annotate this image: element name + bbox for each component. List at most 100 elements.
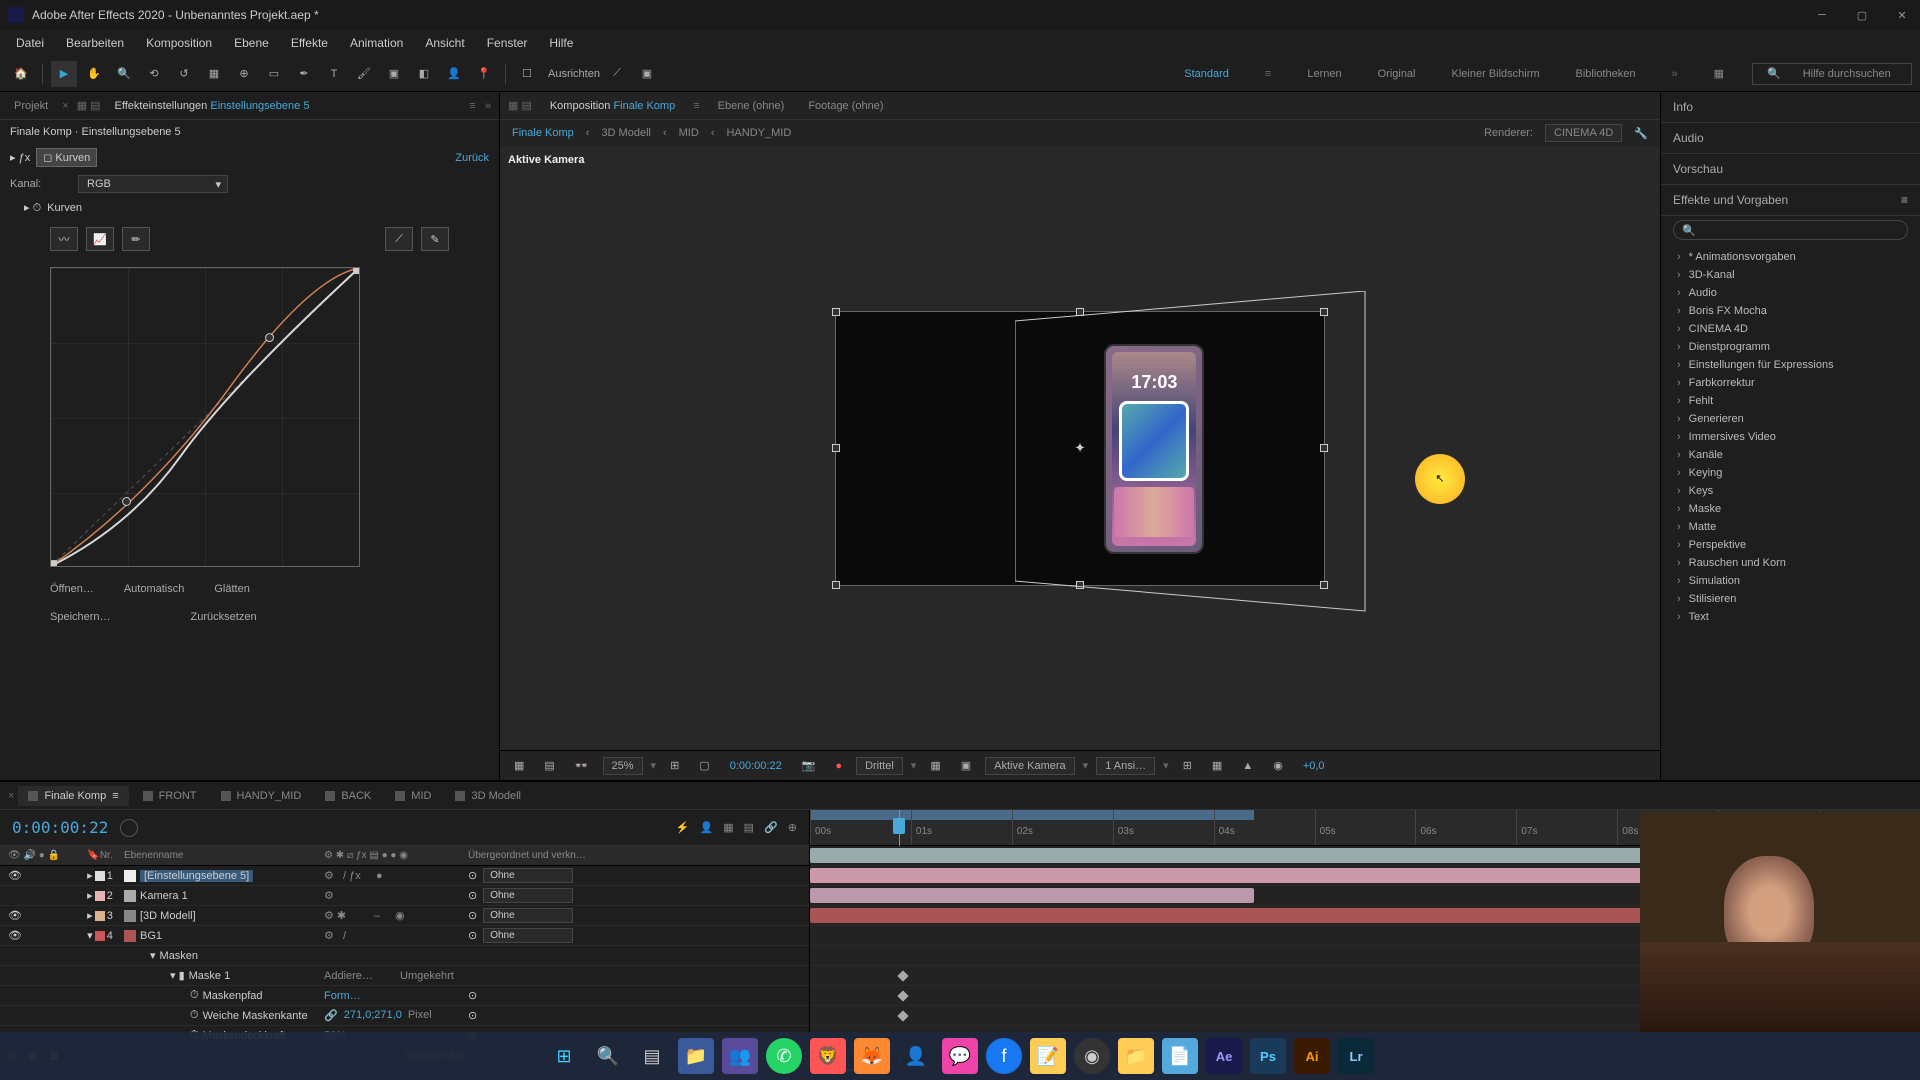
effect-controls-tab[interactable]: Effekteinstellungen Einstellungsebene 5	[109, 96, 316, 116]
tl-icon-4[interactable]: ▤	[744, 821, 754, 834]
project-tab[interactable]: Projekt	[8, 96, 54, 116]
start-button[interactable]: ⊞	[546, 1038, 582, 1074]
tl-icon-6[interactable]: ⊕	[788, 821, 797, 834]
info-panel-header[interactable]: Info	[1661, 92, 1920, 123]
curves-auto-button2[interactable]: Automatisch	[124, 583, 185, 595]
timeline-tab-4[interactable]: MID	[385, 786, 441, 806]
grid-icon[interactable]: ▦	[508, 757, 530, 774]
tree-item[interactable]: Kanäle	[1661, 446, 1920, 464]
teams-icon[interactable]: 👥	[722, 1038, 758, 1074]
workspace-standard[interactable]: Standard	[1176, 64, 1237, 84]
timeline-tab-5[interactable]: 3D Modell	[445, 786, 531, 806]
tree-item[interactable]: Einstellungen für Expressions	[1661, 356, 1920, 374]
view-opt4-icon[interactable]: ◉	[1267, 757, 1289, 774]
effects-panel-header[interactable]: Effekte und Vorgaben≡	[1661, 185, 1920, 216]
workspace-original[interactable]: Original	[1370, 64, 1424, 84]
menu-ansicht[interactable]: Ansicht	[415, 32, 474, 54]
workspace-bibliotheken[interactable]: Bibliotheken	[1568, 64, 1644, 84]
tl-icon-2[interactable]: 👤	[700, 821, 714, 834]
notepad-icon[interactable]: 📄	[1162, 1038, 1198, 1074]
layer-row-2[interactable]: ▸2 Kamera 1 ⚙ ⊙ Ohne	[0, 886, 809, 906]
tree-item[interactable]: Boris FX Mocha	[1661, 302, 1920, 320]
obs-icon[interactable]: ◉	[1074, 1038, 1110, 1074]
roto-tool[interactable]: 👤	[441, 61, 467, 87]
tree-item[interactable]: Immersives Video	[1661, 428, 1920, 446]
menu-ebene[interactable]: Ebene	[224, 32, 279, 54]
3d-icon[interactable]: ▣	[955, 757, 977, 774]
crumb-0[interactable]: Finale Komp	[512, 127, 574, 139]
tree-item[interactable]: Dienstprogramm	[1661, 338, 1920, 356]
layer-mask1[interactable]: ▾ ▮ Maske 1 Addiere… Umgekehrt	[0, 966, 809, 986]
mask-icon[interactable]: 👓	[569, 757, 595, 774]
layer-maskfeather[interactable]: ⏱ Weiche Maskenkante 🔗 271,0;271,0 Pixel…	[0, 1006, 809, 1026]
curves-smooth-button[interactable]: Glätten	[214, 583, 249, 595]
timeline-tab-3[interactable]: BACK	[315, 786, 381, 806]
curves-graph[interactable]	[50, 267, 360, 567]
zoom-tool[interactable]: 🔍	[111, 61, 137, 87]
curves-linear-button[interactable]: 📈	[86, 227, 114, 251]
curves-auto-button[interactable]: ⟋	[385, 227, 413, 251]
workspace-klein[interactable]: Kleiner Bildschirm	[1444, 64, 1548, 84]
snap-checkbox[interactable]: ☐	[514, 61, 540, 87]
renderer-dropdown[interactable]: CINEMA 4D	[1545, 124, 1622, 142]
layer-row-1[interactable]: 👁 ▸1 [Einstellungsebene 5] ⚙ / ƒx ● ⊙ Oh…	[0, 866, 809, 886]
timeline-tab-2[interactable]: HANDY_MID	[211, 786, 312, 806]
crumb-1[interactable]: 3D Modell	[601, 127, 651, 139]
footage-tab[interactable]: Footage (ohne)	[802, 96, 889, 116]
crumb-3[interactable]: HANDY_MID	[726, 127, 791, 139]
effects-search-input[interactable]: 🔍	[1673, 220, 1908, 240]
tree-item[interactable]: Simulation	[1661, 572, 1920, 590]
tree-item[interactable]: Farbkorrektur	[1661, 374, 1920, 392]
ps-icon[interactable]: Ps	[1250, 1038, 1286, 1074]
crumb-2[interactable]: MID	[679, 127, 699, 139]
snap-opt1[interactable]: ⟋	[604, 61, 630, 87]
app-icon-1[interactable]: 👤	[898, 1038, 934, 1074]
brave-icon[interactable]: 🦁	[810, 1038, 846, 1074]
pan-behind-tool[interactable]: ⊕	[231, 61, 257, 87]
tree-item[interactable]: Keys	[1661, 482, 1920, 500]
eraser-tool[interactable]: ◧	[411, 61, 437, 87]
layer-maskpath[interactable]: ⏱ Maskenpfad Form… ⊙	[0, 986, 809, 1006]
composition-frame[interactable]: ✦ 17:03	[835, 311, 1325, 586]
curves-stopwatch-icon[interactable]: ▸ ⏱	[24, 201, 41, 215]
guides-icon[interactable]: ▤	[538, 757, 560, 774]
taskview-icon[interactable]: ▤	[634, 1038, 670, 1074]
quality-dropdown[interactable]: Drittel	[856, 757, 903, 775]
layer-masks[interactable]: ▾ Masken	[0, 946, 809, 966]
view-opt1-icon[interactable]: ⊞	[1177, 757, 1198, 774]
help-search-input[interactable]: 🔍Hilfe durchsuchen	[1752, 63, 1912, 85]
tree-item[interactable]: Stilisieren	[1661, 590, 1920, 608]
close-button[interactable]: ✕	[1892, 9, 1912, 22]
orbit-tool[interactable]: ⟲	[141, 61, 167, 87]
tree-item[interactable]: Fehlt	[1661, 392, 1920, 410]
tl-icon-1[interactable]: ⚡	[676, 821, 690, 834]
curves-save-button[interactable]: Speichern…	[50, 611, 111, 623]
tree-item[interactable]: Matte	[1661, 518, 1920, 536]
curves-open-button[interactable]: Öffnen…	[50, 583, 94, 595]
timeline-tab-1[interactable]: FRONT	[133, 786, 207, 806]
renderer-settings-icon[interactable]: 🔧	[1634, 127, 1648, 140]
type-tool[interactable]: T	[321, 61, 347, 87]
clone-tool[interactable]: ▣	[381, 61, 407, 87]
hand-tool[interactable]: ✋	[81, 61, 107, 87]
view-opt2-icon[interactable]: ▦	[1206, 757, 1228, 774]
audio-panel-header[interactable]: Audio	[1661, 123, 1920, 154]
camera-dropdown[interactable]: Aktive Kamera	[985, 757, 1075, 775]
notes-icon[interactable]: 📝	[1030, 1038, 1066, 1074]
curves-freehand-button[interactable]: ✏	[122, 227, 150, 251]
fx-toggle-icon[interactable]: ▸ ƒx	[10, 151, 30, 164]
rotate-tool[interactable]: ↺	[171, 61, 197, 87]
name-col[interactable]: Ebenenname	[120, 850, 320, 861]
menu-animation[interactable]: Animation	[340, 32, 413, 54]
maximize-button[interactable]: ▢	[1852, 9, 1872, 22]
curves-bezier-button[interactable]: 〰	[50, 227, 78, 251]
view-opt3-icon[interactable]: ▲	[1236, 758, 1259, 774]
tl-icon-3[interactable]: ▦	[723, 821, 733, 834]
menu-hilfe[interactable]: Hilfe	[539, 32, 583, 54]
selection-tool[interactable]: ▶	[51, 61, 77, 87]
tl-icon-5[interactable]: 🔗	[764, 821, 778, 834]
whatsapp-icon[interactable]: ✆	[766, 1038, 802, 1074]
roi-icon[interactable]: ▢	[693, 757, 715, 774]
curves-pencil-button[interactable]: ✎	[421, 227, 449, 251]
viewer-timecode[interactable]: 0:00:00:22	[724, 758, 788, 774]
